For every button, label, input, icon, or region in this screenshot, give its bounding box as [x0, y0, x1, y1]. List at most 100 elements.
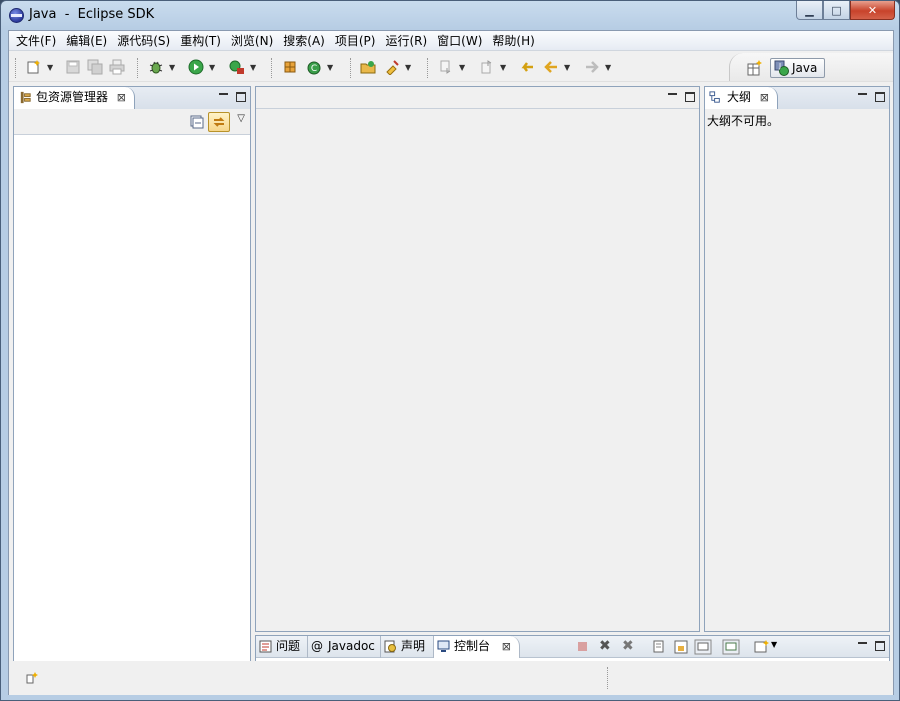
- menu-project[interactable]: 项目(P): [330, 32, 381, 50]
- remove-all-icon[interactable]: ✖: [622, 638, 634, 654]
- display-selected-console-icon[interactable]: [722, 639, 740, 655]
- maximize-editor-icon[interactable]: [685, 92, 695, 102]
- menu-help[interactable]: 帮助(H): [487, 32, 539, 50]
- window-title: Java - Eclipse SDK: [29, 7, 155, 22]
- title-bar[interactable]: Java - Eclipse SDK ▁ □ ✕: [1, 1, 900, 29]
- package-icon: [20, 91, 31, 104]
- remove-launch-icon[interactable]: ✖: [599, 638, 611, 654]
- dropdown-arrow-icon[interactable]: ▼: [771, 640, 777, 649]
- run-button[interactable]: ▼: [187, 58, 215, 76]
- previous-annotation-icon: [481, 60, 492, 74]
- package-explorer-tabbar: 包资源管理器 ⊠: [14, 87, 250, 109]
- toolbar-separator: [137, 58, 139, 78]
- dropdown-arrow-icon[interactable]: ▼: [605, 63, 611, 72]
- menu-search[interactable]: 搜索(A): [278, 32, 330, 50]
- package-explorer-title: 包资源管理器: [36, 90, 109, 104]
- next-annotation-button[interactable]: ▼: [437, 58, 465, 76]
- javadoc-label: Javadoc: [328, 639, 375, 653]
- new-class-button[interactable]: C ▼: [305, 58, 333, 76]
- dropdown-arrow-icon[interactable]: ▼: [209, 63, 215, 72]
- menu-run[interactable]: 运行(R): [380, 32, 432, 50]
- dropdown-arrow-icon[interactable]: ▼: [169, 63, 175, 72]
- menu-file[interactable]: 文件(F): [11, 32, 61, 50]
- console-icon: [437, 640, 450, 652]
- tab-problems[interactable]: 问题: [256, 636, 308, 658]
- last-edit-icon: [521, 62, 533, 72]
- save-all-button[interactable]: [86, 58, 104, 76]
- minimize-view-icon[interactable]: [218, 90, 230, 102]
- fast-view-icon[interactable]: [25, 671, 39, 685]
- close-tab-icon[interactable]: ⊠: [760, 87, 769, 108]
- tab-javadoc[interactable]: @ Javadoc: [308, 636, 381, 658]
- open-console-icon[interactable]: [753, 639, 769, 655]
- java-perspective-button[interactable]: J Java: [770, 58, 825, 78]
- dropdown-arrow-icon[interactable]: ▼: [500, 63, 506, 72]
- new-file-icon: [27, 60, 40, 74]
- pin-console-icon[interactable]: [694, 639, 712, 655]
- scroll-lock-icon[interactable]: [674, 640, 688, 654]
- tab-package-explorer[interactable]: 包资源管理器 ⊠: [14, 87, 136, 109]
- menu-source[interactable]: 源代码(S): [112, 32, 175, 50]
- terminate-icon[interactable]: [576, 640, 589, 653]
- package-explorer-tree[interactable]: [14, 136, 250, 661]
- search-button[interactable]: ▼: [383, 58, 411, 76]
- print-button[interactable]: [108, 58, 126, 76]
- maximize-view-icon[interactable]: [875, 92, 885, 102]
- view-menu-icon[interactable]: ▽: [237, 113, 245, 124]
- arrow-left-icon: [544, 61, 557, 73]
- dropdown-arrow-icon[interactable]: ▼: [459, 63, 465, 72]
- collapse-all-icon[interactable]: [190, 115, 204, 129]
- toolbar-separator: [350, 58, 352, 78]
- forward-button[interactable]: ▼: [583, 58, 611, 76]
- save-button[interactable]: [64, 58, 82, 76]
- clear-console-icon[interactable]: [652, 640, 666, 654]
- back-button[interactable]: ▼: [542, 58, 570, 76]
- minimize-view-icon[interactable]: [857, 90, 869, 102]
- bug-icon: [149, 61, 163, 74]
- close-button[interactable]: ✕: [850, 1, 895, 20]
- maximize-view-icon[interactable]: [236, 92, 246, 102]
- open-folder-icon: [360, 61, 376, 74]
- last-edit-location-button[interactable]: [518, 58, 536, 76]
- tab-declaration[interactable]: 声明: [381, 636, 434, 658]
- console-label: 控制台: [454, 639, 491, 653]
- run-external-button[interactable]: ▼: [228, 58, 256, 76]
- open-perspective-icon[interactable]: [747, 60, 763, 76]
- svg-text:J: J: [778, 62, 781, 70]
- dropdown-arrow-icon[interactable]: ▼: [250, 63, 256, 72]
- minimize-button[interactable]: ▁: [796, 1, 823, 20]
- dropdown-arrow-icon[interactable]: ▼: [327, 63, 333, 72]
- maximize-view-icon[interactable]: [875, 641, 885, 651]
- outline-view: 大纲 ⊠ 大纲不可用。: [704, 86, 890, 632]
- package-explorer-toolbar: ▽: [14, 109, 250, 135]
- link-with-editor-button[interactable]: [208, 112, 230, 132]
- menu-edit[interactable]: 编辑(E): [61, 32, 112, 50]
- close-tab-icon[interactable]: ⊠: [117, 87, 126, 108]
- minimize-editor-icon[interactable]: [667, 90, 679, 102]
- new-button[interactable]: ▼: [25, 58, 53, 76]
- tab-console[interactable]: 控制台 ⊠: [434, 636, 520, 658]
- dropdown-arrow-icon[interactable]: ▼: [47, 63, 53, 72]
- status-bar: [9, 661, 893, 695]
- new-class-icon: C: [307, 61, 321, 75]
- main-toolbar: ▼ ▼ ▼ ▼ C ▼ ▼ ▼ ▼ ▼ ▼ J Java: [9, 52, 893, 82]
- debug-button[interactable]: ▼: [147, 58, 175, 76]
- previous-annotation-button[interactable]: ▼: [478, 58, 506, 76]
- declaration-label: 声明: [401, 639, 426, 653]
- maximize-button[interactable]: □: [823, 1, 850, 20]
- tab-outline[interactable]: 大纲 ⊠: [705, 87, 779, 109]
- toolbar-separator: [15, 58, 17, 78]
- close-tab-icon[interactable]: ⊠: [502, 636, 511, 657]
- menu-navigate[interactable]: 浏览(N): [226, 32, 278, 50]
- dropdown-arrow-icon[interactable]: ▼: [564, 63, 570, 72]
- open-type-button[interactable]: [359, 58, 377, 76]
- toolbar-separator: [427, 58, 429, 78]
- perspective-switcher: J Java: [729, 53, 893, 81]
- menu-window[interactable]: 窗口(W): [432, 32, 487, 50]
- dropdown-arrow-icon[interactable]: ▼: [405, 63, 411, 72]
- minimize-view-icon[interactable]: [857, 639, 869, 651]
- workbench: 文件(F) 编辑(E) 源代码(S) 重构(T) 浏览(N) 搜索(A) 项目(…: [8, 30, 894, 695]
- outline-title: 大纲: [727, 90, 752, 104]
- menu-refactor[interactable]: 重构(T): [175, 32, 226, 50]
- new-java-project-button[interactable]: [281, 58, 299, 76]
